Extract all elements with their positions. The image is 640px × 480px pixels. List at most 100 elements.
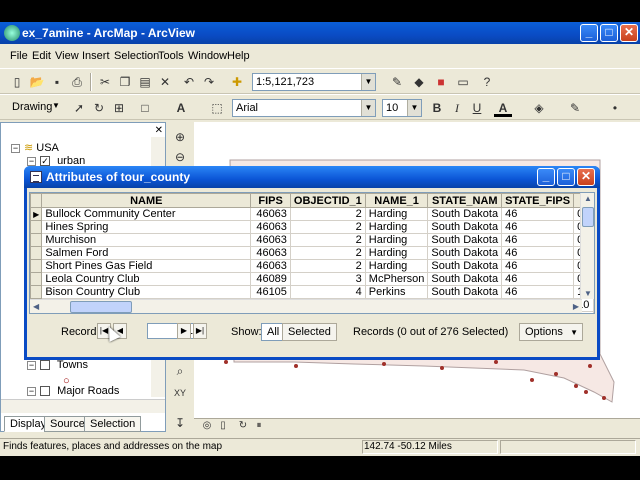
cell-fips[interactable]: 46105 (250, 285, 291, 299)
table-row[interactable]: Hines Spring460632HardingSouth Dakota460… (30, 220, 594, 234)
pause-icon[interactable]: ⏸ (250, 417, 268, 435)
cell-fips[interactable]: 46063 (250, 207, 291, 221)
cell-fips[interactable]: 46089 (250, 272, 291, 286)
cell-name-1[interactable]: Harding (364, 233, 429, 247)
toc-item-towns[interactable]: − Towns (27, 359, 88, 371)
minimize-button[interactable]: _ (580, 24, 598, 42)
cell-objectid[interactable]: 2 (289, 233, 366, 247)
cell-state-fips[interactable]: 46 (501, 285, 575, 299)
paste-icon[interactable]: ▤ (136, 73, 154, 91)
maximize-button[interactable]: □ (600, 24, 618, 42)
layer-checkbox[interactable] (40, 360, 50, 371)
italic-button[interactable]: I (448, 99, 466, 117)
cell-fips[interactable]: 46063 (250, 220, 291, 234)
row-selector[interactable] (30, 233, 43, 247)
collapse-icon[interactable]: − (27, 360, 36, 370)
chevron-down-icon[interactable]: ▼ (52, 101, 60, 110)
cut-icon[interactable]: ✂ (96, 73, 114, 91)
cell-name[interactable]: Salmen Ford (41, 246, 252, 260)
next-record-icon[interactable]: ▶ (177, 323, 191, 339)
cell-name[interactable]: Bison Country Club (41, 285, 252, 299)
cell-state-fips[interactable]: 46 (501, 207, 575, 221)
cell-state-name[interactable]: South Dakota (427, 246, 503, 260)
table-row[interactable]: Murchison460632HardingSouth Dakota4606 (30, 233, 594, 247)
cell-objectid[interactable]: 4 (289, 285, 366, 299)
menu-view[interactable]: View (55, 50, 79, 62)
table-row[interactable]: Bison Country Club 46105 4 Perkins South Dak… (30, 285, 594, 299)
save-icon[interactable]: ▪ (48, 73, 66, 91)
table-row[interactable]: ▶ Bullock Community Center 46063 2 Harding So… (30, 207, 594, 221)
table-row[interactable]: Salmen Ford460632HardingSouth Dakota4606 (30, 246, 594, 260)
cell-state-fips[interactable]: 46 (501, 272, 575, 286)
table-row[interactable]: Short Pines Gas Field 46063 2 Harding South … (30, 259, 594, 273)
measure-icon[interactable]: ↧ (171, 414, 189, 432)
cell-fips[interactable]: 46063 (250, 259, 291, 273)
table-vertical-scrollbar[interactable]: ▲ ▼ (580, 193, 594, 299)
cell-objectid[interactable]: 2 (289, 246, 366, 260)
drawing-menu[interactable]: Drawing (12, 101, 52, 113)
close-icon[interactable]: ✕ (155, 125, 163, 136)
delete-icon[interactable]: ✕ (156, 73, 174, 91)
toc-item-usa[interactable]: − ≋ USA (11, 141, 59, 154)
collapse-icon[interactable]: − (11, 143, 20, 153)
cell-name-1[interactable]: Harding (364, 220, 429, 234)
print-icon[interactable]: ⎙ (68, 73, 86, 91)
cell-state-fips[interactable]: 46 (501, 220, 575, 234)
cell-name-1[interactable]: Perkins (364, 285, 429, 299)
cell-state-name[interactable]: South Dakota (427, 272, 503, 286)
undo-icon[interactable]: ↶ (180, 73, 198, 91)
cell-state-fips[interactable]: 46 (501, 259, 575, 273)
show-selected-button[interactable]: Selected (282, 323, 337, 341)
dialog-minimize-button[interactable]: _ (537, 168, 555, 186)
toc-item-major-roads[interactable]: − Major Roads (27, 385, 119, 397)
cell-objectid[interactable]: 2 (289, 220, 366, 234)
add-data-icon[interactable]: ✚ (228, 73, 246, 91)
toc-horizontal-scrollbar[interactable] (1, 399, 165, 413)
menu-help[interactable]: Help (227, 50, 250, 62)
zoom-whole-page-icon[interactable]: ⊞ (110, 99, 128, 117)
column-header-fips[interactable]: FIPS (250, 193, 291, 208)
last-record-icon[interactable]: ▶| (193, 323, 207, 339)
arctoolbox-icon[interactable]: ◆ (410, 73, 428, 91)
edit-vertices-icon[interactable]: ⬚ (208, 99, 226, 117)
options-button[interactable]: Options ▼ (519, 323, 583, 341)
table-row[interactable]: Leola Country Club 46089 3 McPherson South D… (30, 272, 594, 286)
cell-name[interactable]: Leola Country Club (41, 272, 252, 286)
new-icon[interactable]: ▯ (8, 73, 26, 91)
column-header-state-name[interactable]: STATE_NAM (427, 193, 503, 208)
rectangle-icon[interactable]: □ (136, 99, 154, 117)
zoom-in-icon[interactable]: ⊕ (171, 128, 189, 146)
go-to-xy-icon[interactable]: XY (171, 384, 189, 402)
layer-checkbox[interactable] (40, 386, 50, 397)
table-horizontal-scrollbar[interactable]: ◀ ▶ (30, 299, 582, 313)
cell-name-1[interactable]: Harding (364, 259, 429, 273)
column-header-objectid[interactable]: OBJECTID_1 (289, 193, 366, 208)
row-selector[interactable] (30, 220, 43, 234)
row-selector[interactable] (30, 285, 43, 299)
scroll-thumb[interactable] (582, 207, 594, 227)
find-icon[interactable]: ⌕ (171, 362, 189, 380)
cell-name[interactable]: Short Pines Gas Field (41, 259, 252, 273)
dialog-maximize-button[interactable]: □ (557, 168, 575, 186)
command-line-icon[interactable]: ▭ (454, 73, 472, 91)
row-selector[interactable] (30, 246, 43, 260)
new-text-icon[interactable]: A (172, 99, 190, 117)
menu-window[interactable]: Window (188, 50, 227, 62)
scroll-left-icon[interactable]: ◀ (33, 302, 39, 311)
open-icon[interactable]: 📂 (28, 73, 46, 91)
cell-fips[interactable]: 46063 (250, 233, 291, 247)
row-selector[interactable]: ▶ (30, 207, 43, 221)
cell-state-name[interactable]: South Dakota (427, 259, 503, 273)
chevron-down-icon[interactable]: ▼ (407, 100, 421, 116)
cell-objectid[interactable]: 2 (289, 259, 366, 273)
cell-state-name[interactable]: South Dakota (427, 285, 503, 299)
menu-selection[interactable]: Selection (114, 50, 159, 62)
cell-objectid[interactable]: 2 (289, 207, 366, 221)
scroll-up-icon[interactable]: ▲ (584, 194, 592, 203)
cell-state-fips[interactable]: 46 (501, 246, 575, 260)
menu-insert[interactable]: Insert (82, 50, 110, 62)
toolbox-icon[interactable]: ■ (432, 73, 450, 91)
whats-this-icon[interactable]: ? (478, 73, 496, 91)
line-color-icon[interactable]: ✎ (566, 99, 584, 117)
layer-checkbox[interactable]: ✓ (40, 156, 50, 167)
